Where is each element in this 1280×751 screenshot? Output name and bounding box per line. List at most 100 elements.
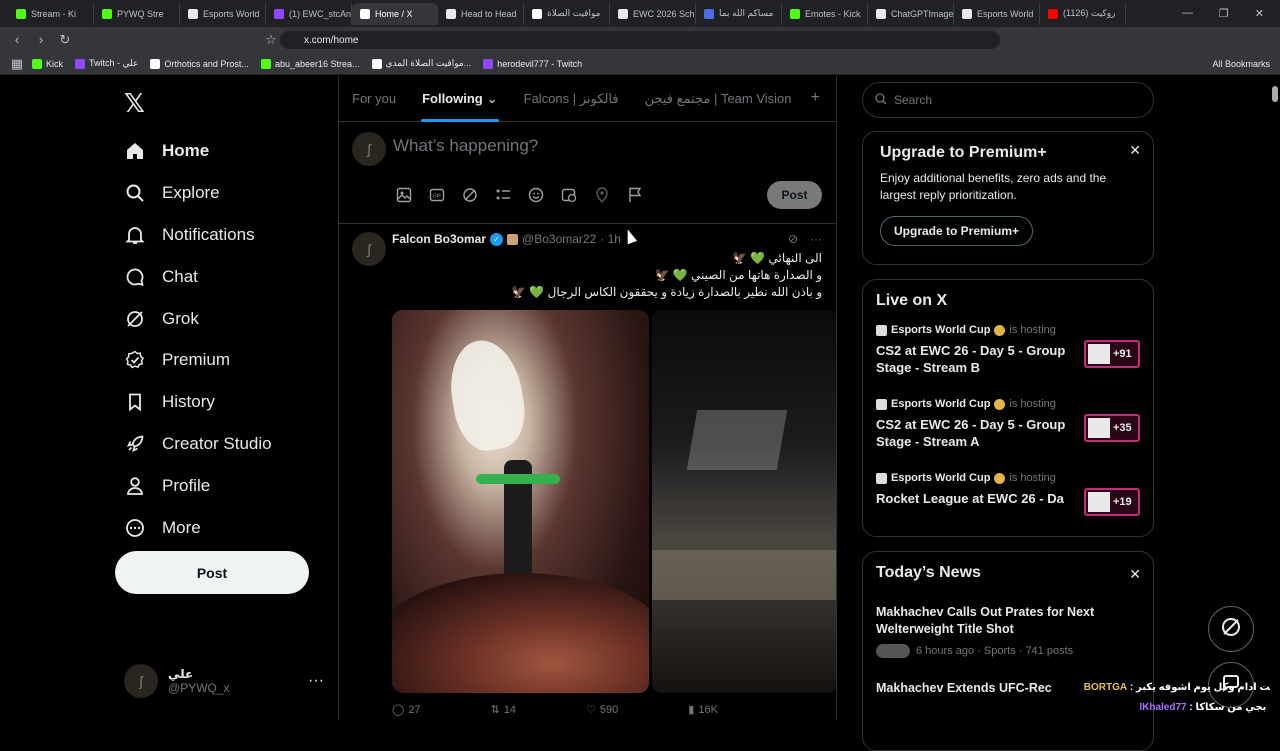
search-input[interactable]: Search [862, 82, 1154, 118]
browser-tab[interactable]: (1126) روكيت [1040, 2, 1126, 25]
verified-org-badge-icon [994, 398, 1006, 410]
browser-tab[interactable]: Emotes - Kick [782, 2, 868, 25]
url-field[interactable]: x.com/home [280, 31, 1000, 49]
live-host-row: Esports World Cup is hosting [876, 472, 1140, 484]
emoji-icon[interactable] [525, 184, 546, 205]
sidebar-item-chat[interactable]: Chat [124, 256, 272, 298]
feed-tab[interactable]: Following ⌄ [409, 76, 511, 122]
grok-fab-button[interactable] [1208, 606, 1254, 652]
sidebar-item-history[interactable]: History [124, 381, 272, 423]
close-window-icon[interactable]: ✕ [1255, 7, 1264, 20]
sidebar-item-notifications[interactable]: Notifications [124, 214, 272, 256]
browser-tab[interactable]: PYWQ Stre [94, 2, 180, 25]
feed-tab[interactable]: مجتمع فيجن | Team Vision [632, 76, 805, 122]
sidebar-item-home[interactable]: Home [124, 130, 272, 172]
live-badge[interactable]: +91 [1084, 340, 1140, 368]
close-icon[interactable]: ✕ [1129, 566, 1141, 583]
page-scrollbar[interactable] [1270, 76, 1280, 720]
news-meta: 6 hours ago · Sports · 741 posts [876, 644, 1140, 658]
bookmark-star-icon[interactable]: ☆ [264, 33, 278, 47]
location-icon[interactable] [591, 184, 612, 205]
x-logo-icon[interactable]: 𝕏 [124, 88, 145, 119]
maximize-icon[interactable]: ❐ [1219, 7, 1229, 20]
tweet-author-name[interactable]: Falcon Bo3omar [392, 232, 486, 246]
browser-tab[interactable]: مساكم الله بما [696, 2, 782, 25]
tweet[interactable]: ʃ Falcon Bo3omar ✓ @Bo3omar22 · 1h ⊘ ···… [339, 224, 836, 720]
scrollbar-thumb[interactable] [1272, 86, 1278, 102]
bookmark-item[interactable]: herodevil777 - Twitch [483, 58, 582, 69]
sidebar-item-label: History [162, 392, 215, 412]
chat-message: انا بجي من سكاكا : lKhaled77 [1054, 698, 1280, 718]
add-tab-icon[interactable]: + [811, 89, 820, 107]
live-item[interactable]: Esports World Cup is hosting CS2 at EWC 26… [876, 398, 1140, 458]
like-button[interactable]: ♡ 590 [586, 703, 618, 717]
sidebar-item-explore[interactable]: Explore [124, 172, 272, 214]
live-item[interactable]: Esports World Cup is hosting Rocket League… [876, 472, 1140, 532]
views-button[interactable]: ▮ 16K [688, 703, 718, 717]
flag-icon[interactable] [624, 184, 645, 205]
repost-button[interactable]: ⇅ 14 [491, 703, 516, 717]
sidebar-item-more[interactable]: More [124, 507, 272, 549]
sidebar-item-profile[interactable]: Profile [124, 465, 272, 507]
tweet-photo[interactable] [652, 310, 836, 693]
grok-icon[interactable]: ⊘ [788, 232, 798, 246]
all-bookmarks-button[interactable]: All Bookmarks [1212, 59, 1270, 69]
apps-icon[interactable]: ▦ [10, 56, 24, 71]
live-badge[interactable]: +19 [1084, 488, 1140, 516]
sidebar-item-premium[interactable]: Premium [124, 339, 272, 381]
sidebar-item-label: Premium [162, 350, 231, 370]
feed-tab[interactable]: For you [339, 76, 409, 122]
browser-tab[interactable]: ChatGPTImage [868, 2, 954, 25]
chevron-down-icon[interactable]: ⌄ [487, 91, 498, 107]
live-badge[interactable]: +35 [1084, 414, 1140, 442]
browser-tab[interactable]: EWC 2026 Sch [610, 2, 696, 25]
browser-tab[interactable]: Head to Head [438, 2, 524, 25]
bookmark-item[interactable]: مواقيت الصلاة المدي... [371, 58, 471, 69]
back-icon[interactable]: ‹ [10, 33, 24, 47]
browser-tab[interactable]: (1) EWC_stcAn [266, 2, 352, 25]
tweet-time[interactable]: · 1h [600, 232, 621, 246]
bookmark-item[interactable]: abu_abeer16 Strea... [260, 58, 360, 69]
account-switcher[interactable]: ʃ علي @PYWQ_x ··· [124, 664, 324, 698]
news-item[interactable]: Makhachev Calls Out Prates for Next Welt… [876, 604, 1140, 658]
poll-icon[interactable] [492, 184, 513, 205]
tweet-photo[interactable] [392, 310, 649, 693]
bookmark-item[interactable]: Twitch - علي [75, 58, 138, 69]
composer-post-button[interactable]: Post [767, 181, 822, 209]
sidebar-item-creator-studio[interactable]: Creator Studio [124, 423, 272, 465]
reload-icon[interactable]: ↻ [58, 33, 72, 47]
tweet-avatar[interactable]: ʃ [352, 232, 386, 266]
gif-icon[interactable]: GIF [426, 184, 447, 205]
composer-tools: GIF [393, 184, 645, 205]
more-dots-icon[interactable]: ··· [308, 672, 324, 690]
reply-button[interactable]: ◯ 27 [392, 703, 421, 717]
sidebar-post-button[interactable]: Post [115, 551, 309, 594]
upgrade-premium-button[interactable]: Upgrade to Premium+ [880, 216, 1034, 246]
composer-input[interactable]: What’s happening? [393, 136, 538, 156]
tweet-author-handle[interactable]: @Bo3omar22 [522, 232, 596, 246]
bookmark-item[interactable]: Kick [32, 58, 63, 69]
sidebar-item-label: Creator Studio [162, 434, 272, 454]
person-icon [124, 475, 146, 497]
live-title-text: CS2 at EWC 26 - Day 5 - Group Stage - St… [876, 417, 1066, 449]
browser-tab[interactable]: Stream - Ki [8, 2, 94, 25]
live-item[interactable]: Esports World Cup is hosting CS2 at EWC 26… [876, 324, 1140, 384]
live-card: Live on X Esports World Cup is hosting CS2… [862, 279, 1154, 537]
browser-tab[interactable]: Home / X [352, 2, 438, 25]
sidebar-item-grok[interactable]: Grok [124, 298, 272, 340]
bookmark-item[interactable]: Orthotics and Prost... [150, 58, 249, 69]
more-dots-icon[interactable]: ··· [810, 232, 822, 246]
browser-tab[interactable]: Esports World [180, 2, 266, 25]
minimize-icon[interactable]: — [1182, 7, 1193, 20]
feed-tab[interactable]: Falcons | فالكونز [511, 76, 632, 122]
close-icon[interactable]: ✕ [1129, 142, 1141, 159]
forward-icon[interactable]: › [34, 33, 48, 47]
browser-tab[interactable]: Esports World [954, 2, 1040, 25]
schedule-icon[interactable] [558, 184, 579, 205]
browser-tab[interactable]: مواقيت الصلاة [524, 2, 610, 25]
live-host-name[interactable]: Esports World Cup [891, 472, 990, 484]
image-icon[interactable] [393, 184, 414, 205]
live-host-name[interactable]: Esports World Cup [891, 324, 990, 336]
grok-icon[interactable] [459, 184, 480, 205]
live-host-name[interactable]: Esports World Cup [891, 398, 990, 410]
